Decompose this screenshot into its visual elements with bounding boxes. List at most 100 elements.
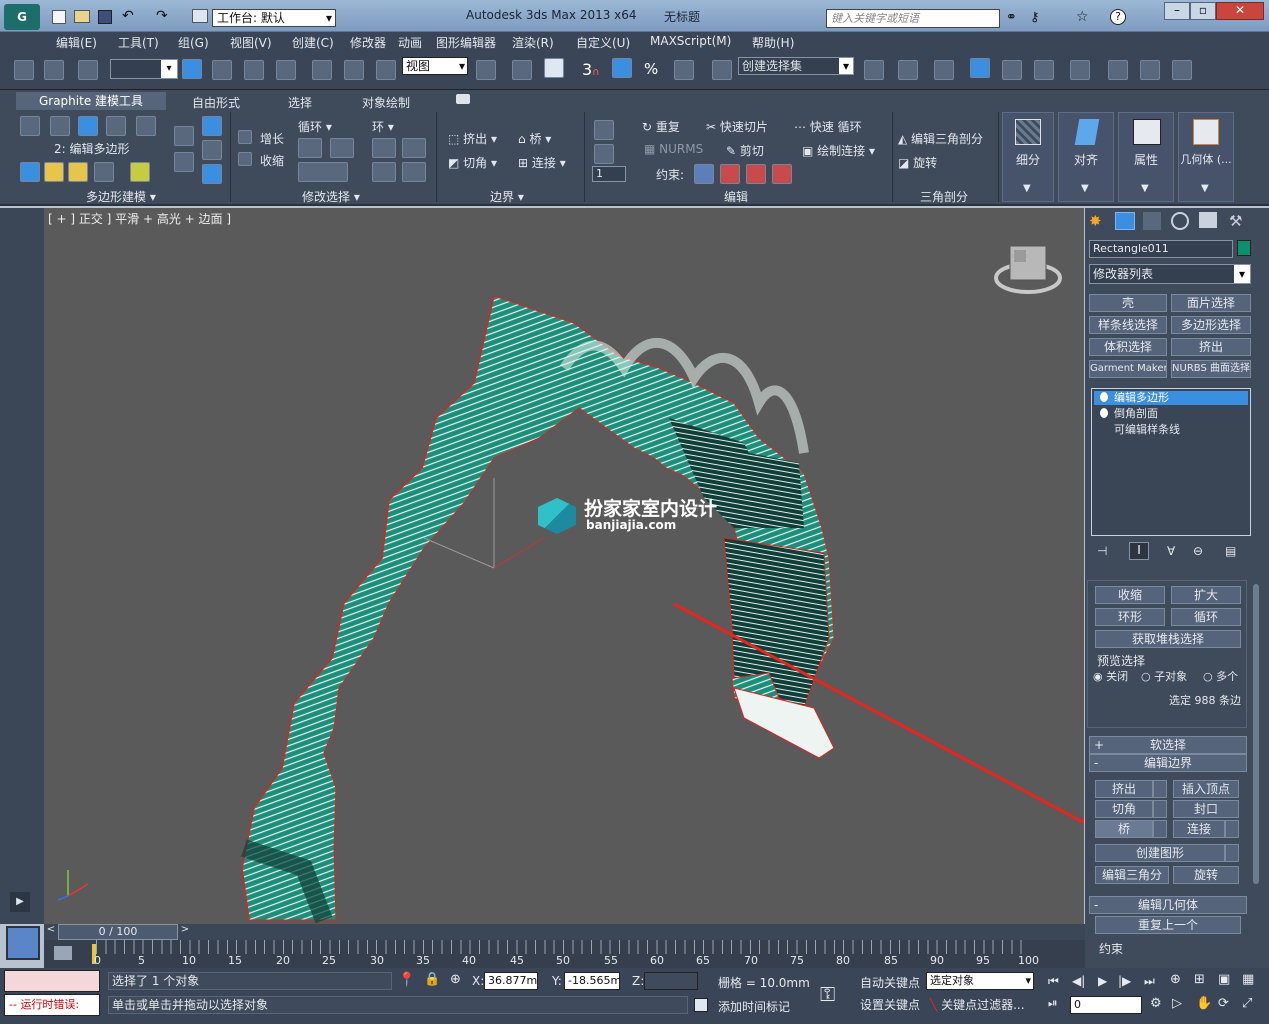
align-button[interactable]: 对齐 ▼ [1058,112,1114,202]
hierarchy-tab-icon[interactable] [1143,212,1161,230]
zoom-all-icon[interactable]: ⊞ [1194,972,1205,987]
repeat-button[interactable]: ↻ 重复 [642,118,680,135]
chamfer-dropdown[interactable]: ◩ 切角 ▾ [448,154,497,171]
mod-extrude-button[interactable]: 挤出 [1171,338,1251,356]
nurms-button[interactable]: ▦ NURMS [644,142,703,156]
edit-triangulation-button[interactable]: 编辑三角分 [1095,866,1169,884]
extrude-settings-icon[interactable] [1153,780,1167,798]
arch-model[interactable] [241,295,835,924]
subdivide-button[interactable]: 细分 ▼ [1002,112,1054,202]
object-color-swatch[interactable] [1237,240,1251,256]
ring-dropdown[interactable]: 环 ▾ [372,118,394,135]
menu-maxscript[interactable]: MAXScript(M) [650,34,731,48]
shrink-icon[interactable] [238,152,252,166]
workspace-dropdown[interactable]: 工作台: 默认 ▾ [212,9,336,27]
time-tag-icon[interactable] [694,998,708,1012]
group-modify-selection[interactable]: 修改选择 ▾ [302,188,360,205]
loop-add-icon[interactable] [298,138,322,158]
modify-tab-icon[interactable] [1115,212,1135,230]
reference-coord-dropdown[interactable]: 视图 ▾ [402,57,468,75]
pin-icon[interactable] [202,140,222,160]
bridge-settings-icon[interactable] [1153,820,1167,838]
insert-vertex-button[interactable]: 插入顶点 [1173,780,1239,798]
zoom-icon[interactable]: ⊕ [1170,972,1181,987]
edit-geometry-rollout[interactable]: - 编辑几何体 [1089,896,1247,914]
mod-garment-maker-button[interactable]: Garment Maker [1089,360,1167,378]
edit-spinner[interactable]: 1 [592,166,626,182]
transform-mode-icon[interactable]: ⊕ [450,972,461,987]
lightbulb-icon[interactable] [1100,392,1108,402]
quick-loop-button[interactable]: ⋯ 快速 循环 [794,118,862,135]
rect-selection-icon[interactable] [244,60,264,80]
turn-button[interactable]: 旋转 [1173,866,1239,884]
turn-button[interactable]: ◪ 旋转 [898,154,937,171]
add-time-tag[interactable]: 添加时间标记 [718,998,790,1015]
menu-help[interactable]: 帮助(H) [752,34,794,51]
new-file-icon[interactable] [52,10,66,24]
time-next-button[interactable]: > [178,924,192,940]
ribbon-tab-graphite[interactable]: Graphite 建模工具 [16,92,166,110]
time-slider[interactable]: < 0 / 100 > [44,924,1085,940]
edge-mode-icon[interactable] [50,116,70,136]
ribbon-tab-object-paint[interactable]: 对象绘制 [362,94,410,111]
project-icon[interactable] [192,9,208,23]
make-unique-icon[interactable]: ∀ [1167,544,1175,558]
bridge-dropdown[interactable]: ⌂ 桥 ▾ [518,130,551,147]
key-mode-dropdown[interactable]: 选定对象 ▾ [926,972,1034,990]
menu-customize[interactable]: 自定义(U) [576,34,630,51]
minimize-button[interactable]: – [1164,2,1190,20]
isolate-icon[interactable]: 📍 [398,972,415,988]
paint-icon[interactable] [594,144,614,164]
constrain-none-icon[interactable] [694,164,714,184]
mirror-icon[interactable] [864,60,884,80]
ring-shift-icon[interactable] [372,162,396,182]
field-of-view-icon[interactable]: ▷ [1172,996,1182,1011]
soft-selection-rollout[interactable]: + 软选择 [1089,736,1247,754]
x-coordinate-field[interactable]: 36.877mm [484,972,538,990]
stack-item-editable-spline[interactable]: 可编辑样条线 [1094,423,1248,437]
constrain-face-icon[interactable] [746,164,766,184]
search-input[interactable]: 键入关键字或短语 [826,9,1000,28]
toggle-command-icon[interactable] [130,162,150,182]
polygon-modeling-mode[interactable]: 2: 编辑多边形 [54,140,130,157]
menu-tools[interactable]: 工具(T) [118,34,159,51]
edit-borders-rollout[interactable]: - 编辑边界 [1089,754,1247,772]
quick-slice-button[interactable]: ✂ 快速切片 [706,118,768,135]
sel-ring-button[interactable]: 环形 [1095,608,1165,626]
key-icon[interactable]: ⚷ [1030,10,1040,25]
link-icon[interactable] [14,60,34,80]
help-icon[interactable]: ? [1110,9,1126,25]
align-icon[interactable] [898,60,918,80]
open-file-icon[interactable] [74,10,90,23]
mod-spline-select-button[interactable]: 样条线选择 [1089,316,1167,334]
properties-button[interactable]: 属性 ▼ [1118,112,1174,202]
redo-icon[interactable]: ↷ [156,8,168,24]
border-chamfer-button[interactable]: 切角 [1095,800,1153,818]
remove-modifier-icon[interactable]: ⊖ [1193,544,1203,558]
move-icon[interactable] [312,60,332,80]
set-key-button[interactable]: 设置关键点 [860,996,920,1013]
configure-sets-icon[interactable]: ▤ [1225,544,1236,558]
geometry-button[interactable]: 几何体 (... ▼ [1178,112,1234,202]
generate-topo-icon[interactable] [202,116,222,136]
menu-views[interactable]: 视图(V) [230,34,272,51]
modifier-list-dropdown[interactable]: 修改器列表 ▾ [1089,264,1251,284]
ring-remove-icon[interactable] [402,138,426,158]
sel-loop-button[interactable]: 循环 [1171,608,1241,626]
modifier-stack[interactable]: 编辑多边形 倒角剖面 可编辑样条线 [1091,388,1251,536]
snap-toggle[interactable]: 3∩ [582,60,600,79]
utilities-tab-icon[interactable]: ⚒ [1229,212,1242,230]
preserve-icon[interactable] [594,120,614,140]
schematic-view-icon[interactable] [1034,60,1054,80]
pan-icon[interactable]: ✋ [1196,996,1212,1011]
loop-shift-icon[interactable] [298,162,348,182]
object-name-field[interactable]: Rectangle011 [1089,240,1233,258]
maximize-button[interactable]: ▫ [1190,2,1216,20]
time-prev-button[interactable]: < [44,924,58,940]
maxscript-listener-field[interactable] [4,970,100,992]
menu-rendering[interactable]: 渲染(R) [512,34,554,51]
loop-remove-icon[interactable] [330,138,354,158]
mod-shell-button[interactable]: 壳 [1089,294,1167,312]
zoom-extents-icon[interactable]: ▣ [1218,972,1230,987]
menu-edit[interactable]: 编辑(E) [56,34,97,51]
